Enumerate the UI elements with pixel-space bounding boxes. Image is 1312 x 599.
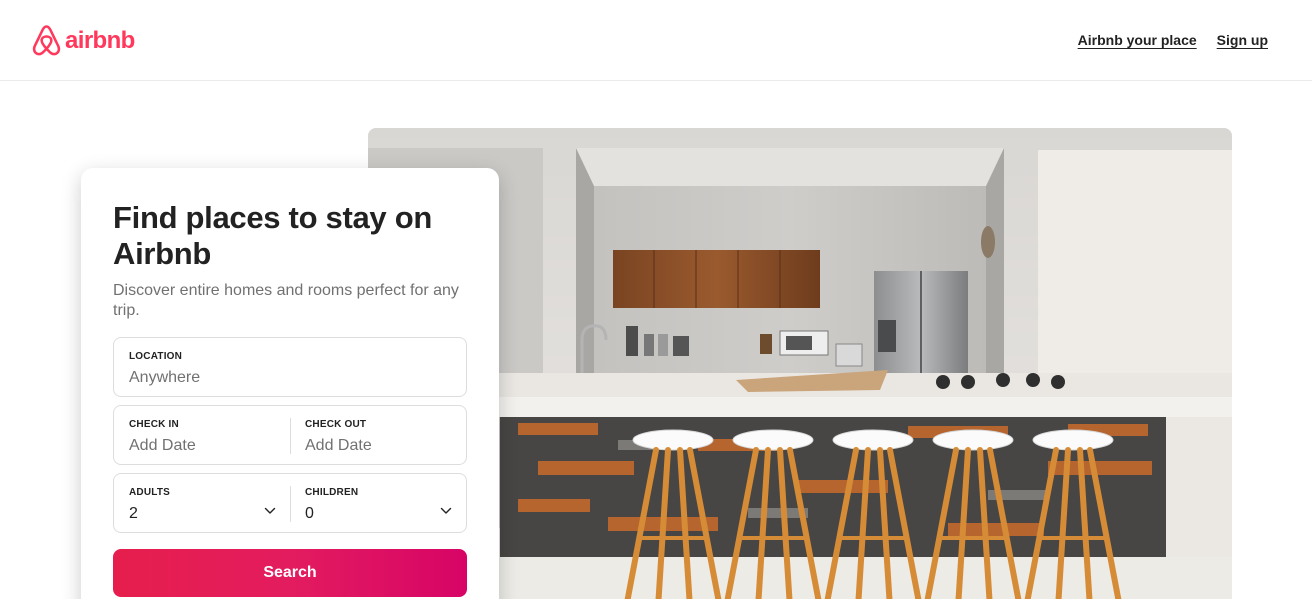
children-value: 0 [305,505,314,522]
airbnb-logo-icon [32,25,61,56]
sign-up-link[interactable]: Sign up [1217,30,1268,50]
check-in-input[interactable]: Add Date [129,436,275,456]
chevron-down-icon [440,507,452,514]
adults-value: 2 [129,505,138,522]
header-nav: Airbnb your place Sign up [1078,30,1268,50]
top-header: airbnb Airbnb your place Sign up [0,0,1312,81]
location-field[interactable]: LOCATION Anywhere [113,337,467,397]
check-out-label: CHECK OUT [305,419,367,430]
chevron-down-icon [264,507,276,514]
adults-select[interactable]: ADULTS 2 [114,474,290,532]
check-out-input[interactable]: Add Date [305,436,451,456]
guests-group: ADULTS 2 CHILDREN 0 [113,473,467,533]
location-label: LOCATION [129,351,183,362]
check-out-field[interactable]: CHECK OUT Add Date [290,406,466,464]
airbnb-your-place-link[interactable]: Airbnb your place [1078,30,1197,50]
search-title: Find places to stay on Airbnb [113,200,432,271]
logo-wordmark: airbnb [65,27,135,54]
children-select[interactable]: CHILDREN 0 [290,474,466,532]
adults-label: ADULTS [129,487,171,498]
check-in-label: CHECK IN [129,419,179,430]
search-subtitle: Discover entire homes and rooms perfect … [113,282,459,319]
search-card: Find places to stay on Airbnb Discover e… [81,168,499,599]
children-label: CHILDREN [305,487,359,498]
search-button[interactable]: Search [113,549,467,597]
location-input[interactable]: Anywhere [129,368,451,388]
dates-group: CHECK IN Add Date CHECK OUT Add Date [113,405,467,465]
check-in-field[interactable]: CHECK IN Add Date [114,406,290,464]
airbnb-logo[interactable]: airbnb [31,24,135,58]
